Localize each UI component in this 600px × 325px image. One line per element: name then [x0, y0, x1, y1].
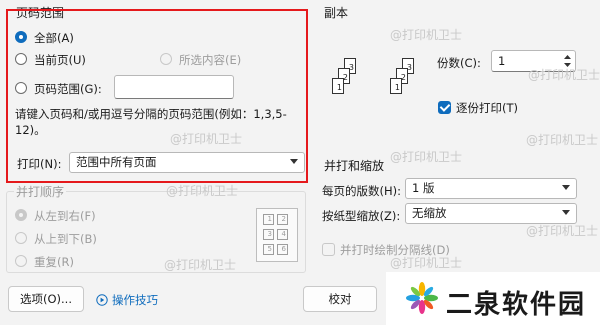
chevron-down-icon	[562, 185, 570, 190]
grid-cell: 1	[263, 214, 274, 225]
grid-cell: 4	[277, 229, 288, 240]
copies-count-label: 份数(C):	[437, 56, 481, 70]
radio-repeat-label[interactable]: 重复(R)	[34, 254, 74, 270]
pages-per-sheet-label: 每页的版数(H):	[322, 184, 401, 198]
chevron-down-icon	[562, 210, 570, 215]
draw-borders-checkbox[interactable]	[322, 243, 335, 256]
collated-pages-icon: 3 2 1	[328, 58, 368, 108]
watermark-text: @打印机卫士	[526, 224, 599, 238]
watermark-text: @打印机卫士	[170, 132, 243, 146]
pinwheel-logo-icon	[406, 282, 438, 314]
radio-top-to-bottom-label[interactable]: 从上到下(B)	[34, 231, 97, 247]
print-dialog: 页码范围 全部(A) 当前页(U) 所选内容(E) 页码范围(G): 请键入页码…	[0, 0, 600, 325]
zoom-title: 并打和缩放	[322, 157, 387, 174]
grid-cell: 2	[277, 214, 288, 225]
copies-title: 副本	[322, 4, 351, 21]
radio-left-to-right-label[interactable]: 从左到右(F)	[34, 208, 96, 224]
grid-cell: 5	[263, 244, 274, 255]
proofread-button-label: 校对	[328, 292, 352, 306]
tips-link[interactable]: 操作技巧	[96, 292, 158, 308]
grid-cell: 3	[263, 229, 274, 240]
collate-order-title: 并打顺序	[14, 183, 67, 200]
watermark-text: @打印机卫士	[390, 28, 463, 42]
tips-link-label: 操作技巧	[112, 293, 158, 307]
options-button-label: 选项(O)...	[20, 292, 72, 306]
radio-left-to-right[interactable]	[15, 209, 27, 221]
scale-to-paper-select[interactable]: 无缩放	[405, 203, 577, 224]
pages-per-sheet-select[interactable]: 1 版	[405, 178, 577, 199]
radio-top-to-bottom[interactable]	[15, 232, 27, 244]
watermark-text: @打印机卫士	[166, 184, 239, 198]
watermark-text: @打印机卫士	[390, 256, 463, 270]
copies-count-value: 1	[498, 54, 506, 68]
watermark-text: @打印机卫士	[164, 258, 237, 272]
scale-to-paper-value: 无缩放	[412, 206, 447, 220]
scale-to-paper-label: 按纸型缩放(Z):	[322, 209, 401, 223]
proofread-button[interactable]: 校对	[303, 286, 377, 312]
collate-checkbox[interactable]	[438, 101, 451, 114]
brand-logo: 二泉软件园	[386, 272, 600, 325]
play-circle-icon	[96, 294, 108, 306]
watermark-text: @打印机卫士	[528, 68, 600, 82]
highlight-box	[6, 9, 308, 183]
radio-repeat[interactable]	[15, 255, 27, 267]
watermark-text: @打印机卫士	[390, 150, 463, 164]
watermark-text: @打印机卫士	[526, 133, 599, 147]
options-button[interactable]: 选项(O)...	[8, 286, 84, 312]
collated-pages-icon: 3 2 1	[386, 58, 426, 108]
collate-checkbox-label[interactable]: 逐份打印(T)	[456, 100, 518, 116]
pages-per-sheet-value: 1 版	[412, 181, 435, 195]
collate-order-preview: 1 2 3 4 5 6	[256, 208, 298, 262]
brand-name: 二泉软件园	[446, 290, 587, 320]
grid-cell: 6	[277, 244, 288, 255]
